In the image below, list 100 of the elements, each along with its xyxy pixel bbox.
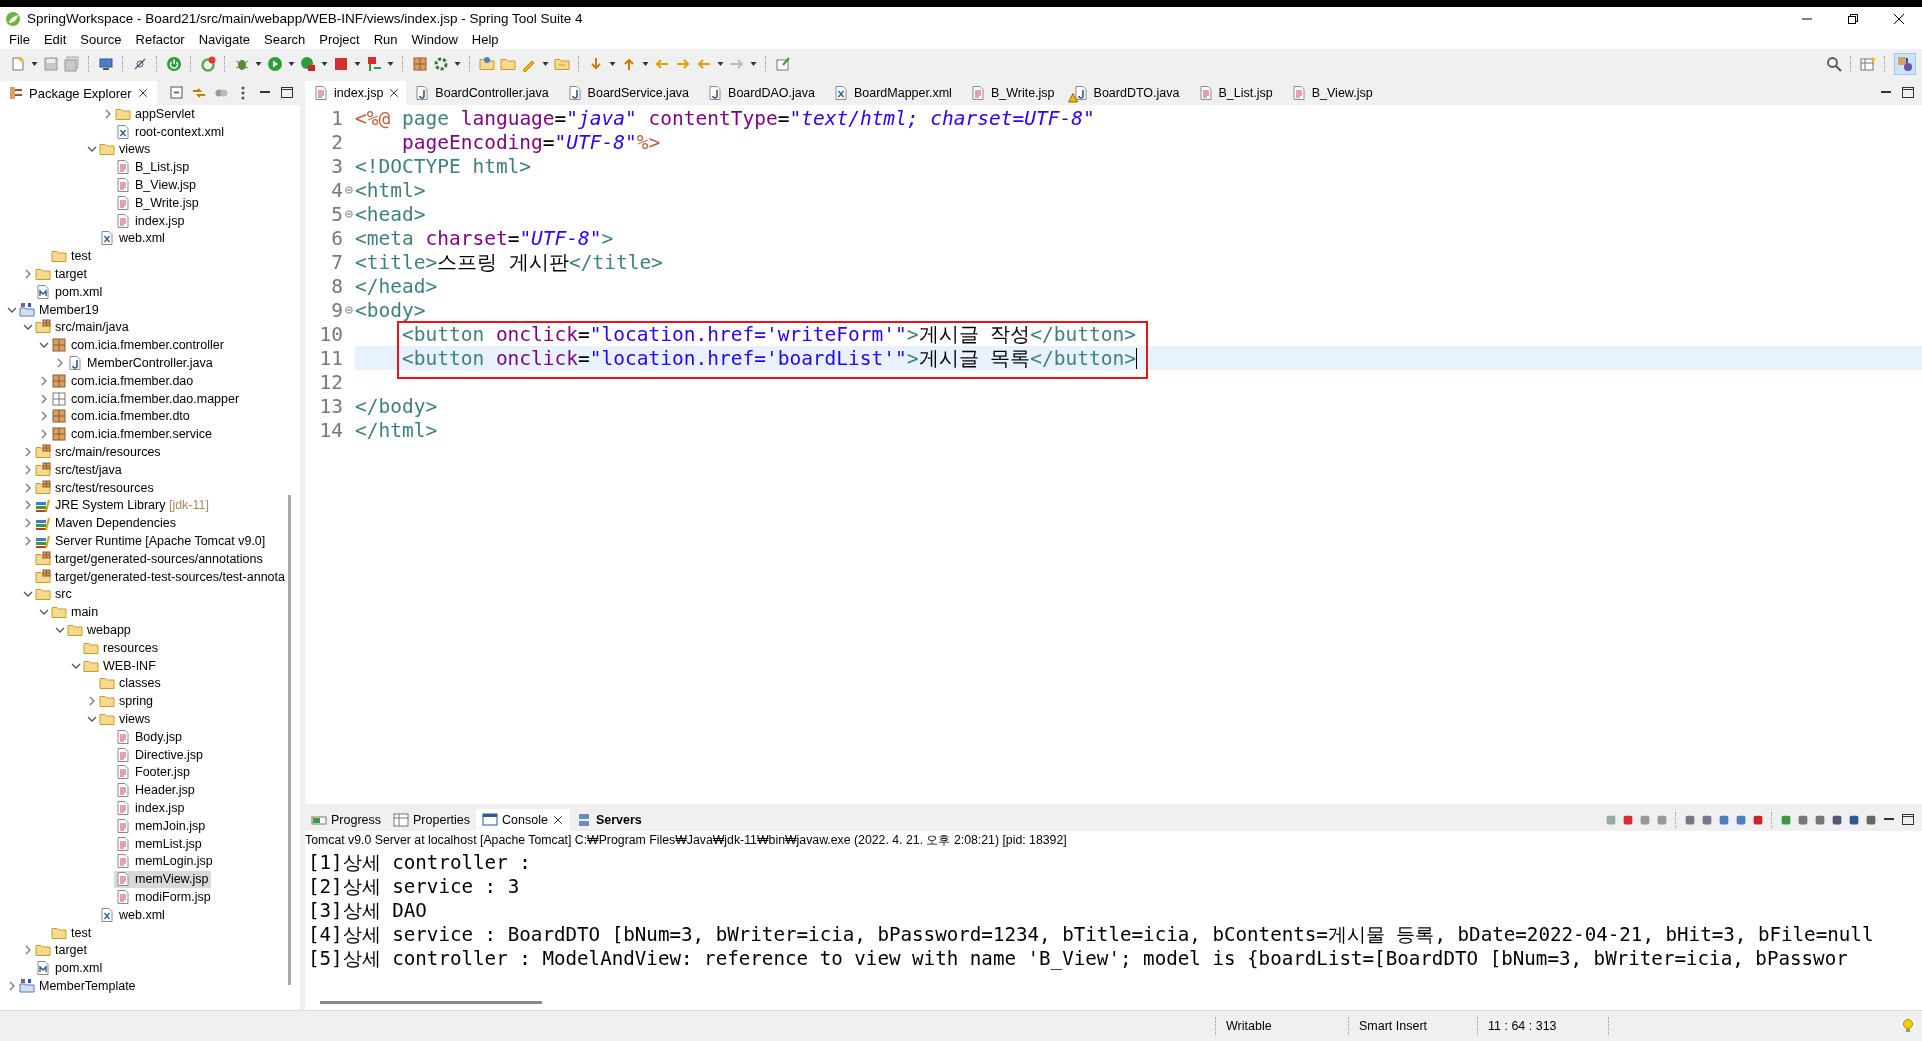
tree-item[interactable]: views: [98, 710, 154, 728]
tree-item[interactable]: src/main/java: [34, 318, 132, 336]
scrollbar-thumb[interactable]: [288, 495, 291, 985]
editor-tab[interactable]: B_Write.jsp: [961, 81, 1065, 105]
monitor-icon[interactable]: [98, 56, 114, 72]
editor-tab[interactable]: BoardController.java: [406, 81, 559, 105]
menu-item[interactable]: Source: [73, 32, 129, 47]
tree-item[interactable]: Footer.jsp: [114, 763, 193, 781]
tree-item[interactable]: memView.jsp: [114, 870, 212, 888]
editor-tab[interactable]: index.jsp: [305, 81, 407, 105]
tree-item[interactable]: test: [50, 924, 95, 942]
tree-item[interactable]: Header.jsp: [114, 781, 198, 799]
tree-item[interactable]: pom.xml: [34, 959, 106, 977]
tree-item[interactable]: MemberController.java: [66, 354, 216, 372]
refresh-icon[interactable]: [200, 56, 216, 72]
editor-tab[interactable]: BoardDTO.java: [1064, 81, 1190, 105]
tree-item[interactable]: memLogin.jsp: [114, 852, 216, 870]
editor-tab[interactable]: B_List.jsp: [1189, 81, 1283, 105]
lightbulb-icon[interactable]: [1900, 1018, 1916, 1034]
tree-item[interactable]: index.jsp: [114, 212, 188, 230]
view-tab[interactable]: Console: [476, 809, 570, 831]
tree-item[interactable]: Maven Dependencies: [34, 514, 179, 532]
tree-item[interactable]: JRE System Library [jdk-11]: [34, 496, 212, 514]
menu-item[interactable]: Help: [464, 32, 506, 47]
tree-item[interactable]: com.icia.fmember.dao.mapper: [50, 390, 243, 408]
export-icon[interactable]: [775, 56, 791, 72]
tree-item[interactable]: com.icia.fmember.dto: [50, 407, 193, 425]
tree-item[interactable]: spring: [98, 692, 157, 710]
fold-icon[interactable]: [345, 210, 353, 218]
menu-item[interactable]: Search: [257, 32, 313, 47]
stop-icon[interactable]: [1621, 813, 1635, 827]
maximize-icon[interactable]: [1900, 85, 1916, 101]
power-icon[interactable]: [166, 56, 182, 72]
view-tab[interactable]: Progress: [305, 809, 388, 831]
tree-item[interactable]: index.jsp: [114, 799, 188, 817]
skip-icon[interactable]: [132, 56, 148, 72]
maximize-icon[interactable]: [1900, 812, 1916, 828]
tree-item[interactable]: com.icia.fmember.controller: [50, 336, 227, 354]
fold-icon[interactable]: [345, 306, 353, 314]
close-icon[interactable]: [388, 87, 401, 99]
menu-item[interactable]: File: [2, 32, 37, 47]
tree-item[interactable]: webapp: [66, 621, 134, 639]
tree-item[interactable]: WEB-INF: [82, 657, 159, 675]
tree-item[interactable]: main: [50, 603, 102, 621]
restore-icon[interactable]: [1847, 12, 1859, 25]
maximize-icon[interactable]: [278, 85, 295, 101]
tree-item[interactable]: target/generated-sources/annotations: [34, 550, 266, 568]
tree-item[interactable]: views: [98, 141, 154, 158]
close-icon[interactable]: [1893, 12, 1905, 25]
tree-item[interactable]: Directive.jsp: [114, 746, 207, 764]
tree-item[interactable]: appServlet: [114, 105, 198, 123]
tree-item[interactable]: memJoin.jsp: [114, 817, 209, 835]
tree-item[interactable]: src/main/resources: [34, 443, 164, 461]
menu-item[interactable]: Project: [312, 32, 367, 47]
folder-open-icon[interactable]: [479, 56, 495, 72]
editor-tab[interactable]: BoardDAO.java: [699, 81, 825, 105]
menu-item[interactable]: Window: [404, 32, 465, 47]
tree-item[interactable]: src: [34, 585, 75, 603]
menu-item[interactable]: Run: [366, 32, 405, 47]
editor-tab[interactable]: BoardMapper.xml: [824, 81, 962, 105]
tree-item[interactable]: resources: [82, 639, 161, 657]
editor-tab[interactable]: BoardService.java: [558, 81, 700, 105]
view-tab[interactable]: Servers: [569, 809, 648, 831]
tree-item[interactable]: src/test/resources: [34, 479, 157, 497]
tree-item[interactable]: B_List.jsp: [114, 158, 193, 176]
tree-item[interactable]: com.icia.fmember.dao: [50, 372, 197, 390]
close-icon[interactable]: [551, 814, 564, 826]
tree-item[interactable]: B_View.jsp: [114, 176, 199, 194]
flag-icon[interactable]: [366, 56, 382, 72]
tree-item[interactable]: Member19: [18, 301, 102, 319]
close-icon[interactable]: [136, 87, 149, 99]
tree-item[interactable]: src/test/java: [34, 461, 125, 479]
folder-icon[interactable]: [500, 56, 516, 72]
stop-icon[interactable]: [333, 56, 349, 72]
menu-item[interactable]: Navigate: [191, 32, 257, 47]
tree-item[interactable]: modiForm.jsp: [114, 888, 214, 906]
search-icon[interactable]: [1826, 56, 1842, 72]
folder-icon[interactable]: [554, 56, 570, 72]
tree-item[interactable]: pom.xml: [34, 283, 106, 301]
tree-item[interactable]: Body.jsp: [114, 728, 185, 746]
tree-item[interactable]: target: [34, 265, 90, 283]
tree-item[interactable]: classes: [98, 674, 164, 692]
tree-item[interactable]: B_Write.jsp: [114, 194, 202, 212]
run-server-icon[interactable]: [300, 56, 316, 72]
collapse-all-icon[interactable]: [168, 85, 185, 101]
tree-item[interactable]: target/generated-test-sources/test-annota: [34, 568, 288, 586]
tree-item[interactable]: web.xml: [98, 229, 168, 247]
menu-item[interactable]: Refactor: [128, 32, 192, 47]
tree-item[interactable]: Server Runtime [Apache Tomcat v9.0]: [34, 532, 269, 550]
package-icon[interactable]: [412, 56, 428, 72]
tree-item[interactable]: target: [34, 941, 90, 959]
scrollbar-thumb[interactable]: [320, 1001, 542, 1004]
fold-icon[interactable]: [345, 186, 353, 194]
menu-item[interactable]: Edit: [36, 32, 74, 47]
arrow-down-icon[interactable]: [588, 56, 604, 72]
tree-item[interactable]: web.xml: [98, 906, 168, 924]
perspective-icon[interactable]: [1860, 56, 1876, 72]
tree-item[interactable]: memList.jsp: [114, 835, 205, 853]
tree-item[interactable]: test: [50, 247, 95, 265]
spring-perspective-icon[interactable]: [1897, 56, 1913, 72]
